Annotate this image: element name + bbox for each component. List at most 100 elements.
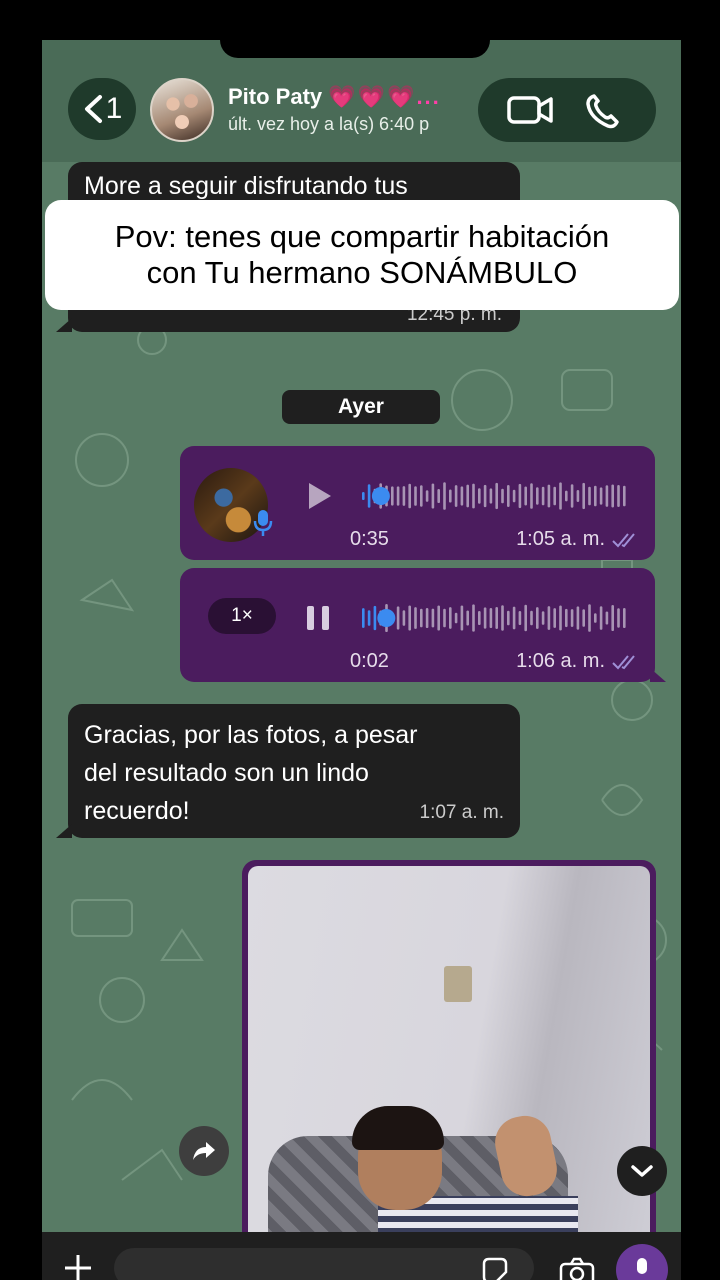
waveform-bar [559, 605, 562, 631]
waveform-bar [367, 484, 371, 508]
bubble-tail [56, 318, 72, 332]
waveform-bar [611, 605, 614, 631]
waveform-bar [594, 485, 597, 507]
play-icon[interactable] [304, 480, 334, 512]
waveform-bar [565, 608, 568, 628]
voice-message-playing[interactable]: 1× 0:02 1:06 a. m. [180, 568, 655, 682]
contact-avatar[interactable] [150, 78, 214, 142]
contact-name-text: Pito Paty [228, 84, 323, 109]
waveform-bar [431, 608, 435, 628]
waveform-bar [565, 490, 568, 502]
record-voice-button[interactable] [616, 1244, 668, 1280]
waveform-bar [605, 485, 609, 507]
waveform-bar [483, 607, 487, 629]
waveform-bar [501, 488, 504, 504]
waveform-bar [391, 486, 394, 506]
voice-message[interactable]: 0:35 1:05 a. m. [180, 446, 655, 560]
date-separator: Ayer [282, 390, 440, 424]
chat-screen: 1 Pito Paty 💗💗💗... últ. vez hoy a la(s) … [42, 40, 681, 1280]
waveform-bar [559, 482, 562, 510]
phone-call-icon[interactable] [580, 90, 630, 130]
video-call-icon[interactable] [505, 90, 555, 130]
double-check-icon [612, 532, 635, 547]
playback-speed-button[interactable]: 1× [208, 598, 276, 634]
waveform-bar [454, 485, 458, 507]
playback-scrubber[interactable] [377, 609, 396, 627]
waveform-bar [594, 613, 597, 623]
waveform-bar [454, 612, 458, 624]
waveform-bar [408, 605, 411, 631]
bubble-tail [650, 668, 666, 682]
waveform-bar [570, 609, 574, 627]
back-chevron-icon [84, 95, 102, 123]
waveform-bar [431, 483, 435, 509]
waveform-bar [362, 608, 365, 628]
waveform-bar [599, 487, 603, 505]
pause-icon[interactable] [304, 604, 332, 632]
call-actions [478, 78, 656, 142]
waveform-bar [524, 486, 527, 506]
plus-icon[interactable] [62, 1252, 94, 1280]
incoming-message[interactable]: Gracias, por las fotos, a pesar del resu… [68, 704, 520, 838]
message-time-status: 1:06 a. m. [516, 650, 639, 673]
waveform-bar [547, 606, 551, 630]
chevron-down-icon [631, 1165, 653, 1177]
forward-button[interactable] [179, 1126, 229, 1176]
waveform-bar [611, 484, 614, 508]
waveform-bar [541, 486, 545, 506]
waveform-bar [588, 604, 591, 632]
contact-hearts: 💗💗💗... [328, 84, 441, 109]
waveform-bar [605, 611, 609, 625]
mic-icon [253, 510, 273, 536]
voice-duration: 0:35 [350, 528, 389, 550]
waveform-bar [507, 485, 510, 507]
waveform-bar [437, 488, 440, 504]
waveform-bar [425, 607, 429, 629]
waveform-bar [367, 610, 371, 626]
waveform-bar [530, 483, 533, 509]
waveform-bar [443, 608, 446, 628]
waveform-bar [396, 486, 400, 506]
waveform-bar [623, 485, 626, 507]
forward-icon [193, 1142, 215, 1160]
playback-scrubber[interactable] [371, 487, 390, 505]
back-unread-count: 1 [105, 92, 123, 125]
back-button[interactable]: 1 [68, 78, 136, 140]
message-line: del resultado son un lindo [84, 759, 369, 787]
audio-waveform[interactable] [358, 478, 630, 514]
compose-bar [42, 1232, 681, 1280]
double-check-icon [612, 654, 635, 669]
waveform-bar [495, 482, 498, 510]
waveform-bar [478, 611, 481, 625]
waveform-bar [599, 606, 603, 630]
waveform-bar [588, 486, 591, 506]
waveform-bar [396, 606, 400, 630]
message-time: 1:07 a. m. [419, 802, 505, 823]
contact-name[interactable]: Pito Paty 💗💗💗... [228, 84, 441, 110]
person-hair [352, 1106, 444, 1150]
waveform-bar [518, 483, 522, 509]
waveform-bar [408, 483, 411, 509]
waveform-bar [414, 607, 417, 629]
waveform-bar [536, 487, 539, 505]
audio-waveform[interactable] [358, 600, 630, 636]
waveform-bar [495, 607, 498, 629]
voice-duration: 0:02 [350, 650, 389, 672]
scroll-to-bottom-button[interactable] [617, 1146, 667, 1196]
waveform-bar [449, 489, 452, 503]
photo-sleeping-brother[interactable] [248, 866, 650, 1274]
sticker-icon[interactable] [480, 1256, 510, 1280]
outgoing-photo-message[interactable] [242, 860, 656, 1280]
waveform-bar [507, 610, 510, 626]
waveform-bar [460, 605, 464, 631]
waveform-bar [576, 490, 580, 502]
waveform-bar [501, 605, 504, 631]
chat-header: 1 Pito Paty 💗💗💗... últ. vez hoy a la(s) … [42, 40, 681, 162]
message-input[interactable] [114, 1248, 534, 1280]
waveform-bar [553, 486, 556, 506]
waveform-bar [489, 607, 493, 629]
waveform-bar [478, 488, 481, 504]
camera-icon[interactable] [558, 1256, 596, 1280]
caption-line-2: con Tu hermano SONÁMBULO [146, 255, 578, 290]
message-line: Gracias, por las fotos, a pesar [84, 721, 418, 749]
